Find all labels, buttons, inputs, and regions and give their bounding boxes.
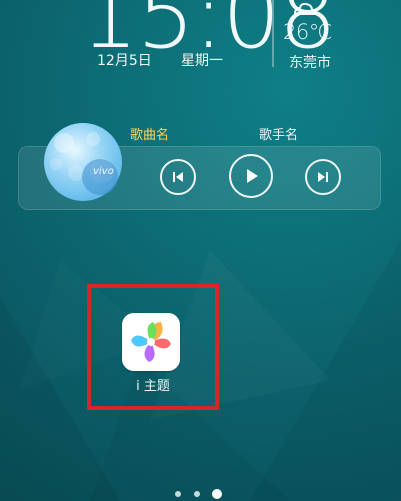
lock-date: 12月5日 [97,53,152,69]
i-theme-app-icon[interactable] [122,313,180,371]
pinwheel-icon [122,313,180,371]
page-dot-1[interactable] [175,491,181,497]
next-icon [318,172,328,182]
play-button[interactable] [229,154,273,198]
weather-city: 东莞市 [289,55,331,71]
wallpaper-facets [0,240,401,501]
song-title: 歌曲名 [130,128,170,143]
album-brand-text: vivo [93,166,114,177]
page-indicator [0,486,401,500]
next-button[interactable] [305,159,341,195]
page-dot-2[interactable] [194,491,200,497]
artist-name: 歌手名 [259,128,299,143]
previous-icon [173,172,183,182]
previous-button[interactable] [160,159,196,195]
page-dot-3-active[interactable] [212,489,222,499]
cloud-icon [292,0,318,15]
album-art[interactable]: vivo [42,121,124,203]
weather-temperature: 26℃ [283,20,332,44]
i-theme-app-label: i 主题 [136,379,170,394]
clock-weather-divider [272,0,274,67]
lock-weekday: 星期一 [181,53,223,69]
play-icon [247,169,258,183]
